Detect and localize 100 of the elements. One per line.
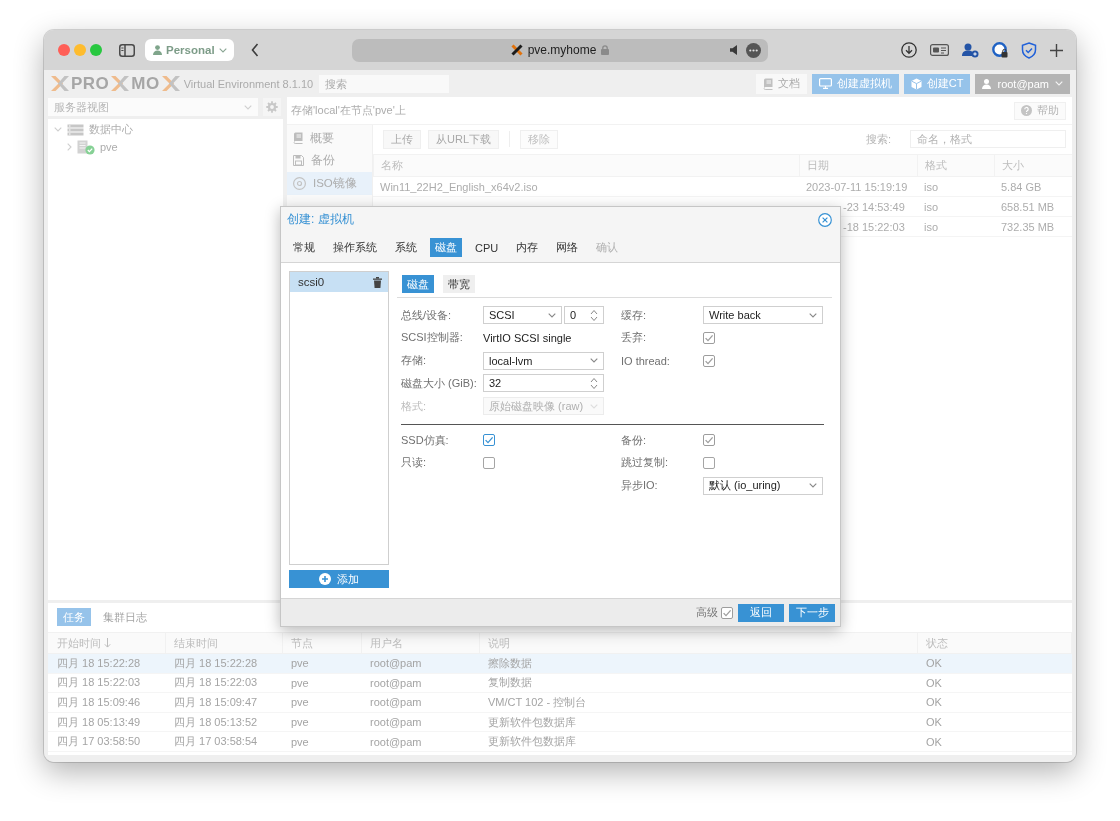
- close-icon[interactable]: [818, 212, 832, 227]
- number-field[interactable]: 0: [564, 306, 604, 324]
- toolbar-button[interactable]: 上传: [383, 129, 421, 149]
- column-header[interactable]: 名称: [373, 155, 799, 176]
- tab[interactable]: 磁盘: [402, 275, 434, 293]
- field-label: 高级: [696, 605, 718, 620]
- caret-icon: [244, 104, 252, 110]
- table-row[interactable]: 四月 18 15:22:03 四月 18 15:22:03 pve root@pam 复制数据 OK: [48, 673, 1072, 694]
- checkbox[interactable]: [721, 606, 733, 619]
- search-field[interactable]: 命名，格式: [910, 130, 1066, 148]
- table-row[interactable]: 四月 17 03:58:50 四月 17 03:58:54 pve root@pam 更新软件包数据库 OK: [48, 732, 1072, 752]
- table-cell-text: -18 15:22:03: [843, 219, 906, 235]
- field-label: 备份:: [621, 432, 648, 448]
- field-label: 磁盘大小 (GiB):: [401, 375, 478, 391]
- ring-lock-icon[interactable]: [992, 42, 1008, 58]
- table-cell-text: pve: [290, 675, 310, 691]
- spin-arrows-icon[interactable]: [590, 376, 598, 390]
- nav-item[interactable]: 概要: [287, 127, 372, 150]
- create-vm-button[interactable]: 创建虚拟机: [811, 73, 899, 94]
- field-label: 丢弃:: [621, 330, 648, 346]
- dropdown-field[interactable]: SCSI: [483, 306, 562, 324]
- field-value: VirtIO SCSI single: [483, 331, 573, 344]
- table-cell-text: iso: [923, 179, 940, 195]
- checkbox[interactable]: [483, 434, 495, 446]
- table-cell-text: 四月 18 15:09:47: [173, 695, 259, 710]
- column-header[interactable]: 日期: [799, 155, 917, 176]
- card-icon[interactable]: [930, 44, 949, 56]
- spin-arrows-icon[interactable]: [590, 308, 598, 322]
- table-row[interactable]: 四月 18 05:13:49 四月 18 05:13:52 pve root@pam 更新软件包数据库 OK: [48, 712, 1072, 733]
- next-button[interactable]: 下一步: [789, 603, 835, 622]
- table-cell-text: VM/CT 102 - 控制台: [487, 695, 588, 710]
- tab[interactable]: 系统: [390, 238, 422, 257]
- dropdown-field[interactable]: 默认 (io_uring): [703, 476, 823, 495]
- checkbox[interactable]: [703, 354, 715, 367]
- table-cell-text: 更新软件包数据库: [487, 734, 577, 750]
- cube-icon: [910, 77, 922, 90]
- tab[interactable]: 内存: [511, 238, 544, 257]
- tab[interactable]: 集群日志: [97, 608, 153, 626]
- table-row[interactable]: 四月 18 15:22:28 四月 18 15:22:28 pve root@pam 擦除数据 OK: [48, 654, 1072, 674]
- tab[interactable]: 网络: [551, 238, 584, 257]
- address-bar[interactable]: pve.myhome: [352, 38, 768, 62]
- column-header[interactable]: 格式: [917, 155, 994, 176]
- nav-item[interactable]: ISO镜像: [287, 172, 372, 195]
- dropdown-field[interactable]: Write back: [703, 306, 823, 324]
- table-cell-text: pve: [290, 734, 310, 750]
- person-plus-icon[interactable]: [962, 42, 979, 58]
- server-check-icon: [77, 139, 95, 155]
- caret-icon: [218, 47, 227, 53]
- table-cell-text: 四月 17 03:58:54: [173, 734, 259, 750]
- sidebar-icon[interactable]: [119, 43, 135, 57]
- trash-icon[interactable]: [373, 276, 382, 288]
- checkbox[interactable]: [703, 331, 715, 344]
- tree-item[interactable]: pve: [100, 141, 118, 154]
- logo-x-icon: [110, 75, 131, 92]
- tree-item[interactable]: 数据中心: [89, 122, 133, 138]
- profile-button[interactable]: Personal: [145, 39, 234, 61]
- shield-check-icon[interactable]: [1021, 41, 1037, 59]
- checkbox[interactable]: [483, 456, 495, 469]
- checkbox[interactable]: [703, 434, 715, 446]
- tab[interactable]: 操作系统: [328, 238, 382, 257]
- floppy-icon: [293, 155, 304, 167]
- tab[interactable]: CPU: [470, 238, 504, 257]
- url-text: pve.myhome: [527, 43, 597, 57]
- more-icon[interactable]: [746, 42, 761, 58]
- back-button[interactable]: 返回: [738, 603, 784, 622]
- speaker-icon[interactable]: [730, 45, 738, 55]
- close-window-icon[interactable]: [58, 44, 70, 56]
- table-row[interactable]: 四月 18 15:09:46 四月 18 15:09:47 pve root@pam VM/CT 102 - 控制台 OK: [48, 693, 1072, 713]
- plus-icon[interactable]: [1050, 43, 1063, 57]
- tab[interactable]: 任务: [57, 608, 91, 626]
- table-cell-text: root@pam: [369, 715, 423, 731]
- help-icon: [1021, 105, 1032, 116]
- monitor-icon: [818, 78, 832, 89]
- number-field[interactable]: 32: [483, 374, 604, 393]
- create-ct-button[interactable]: 创建CT: [903, 73, 971, 94]
- table-cell-text: 四月 18 15:22:03: [173, 675, 259, 691]
- field-label: 只读:: [401, 455, 428, 471]
- nav-item[interactable]: 备份: [287, 149, 372, 172]
- docs-button[interactable]: 文档: [755, 73, 807, 94]
- caret-icon: [590, 358, 598, 363]
- field-label: SSD仿真:: [401, 432, 450, 448]
- help-button[interactable]: 帮助: [1014, 101, 1066, 120]
- tab[interactable]: 磁盘: [430, 238, 462, 257]
- back-icon[interactable]: [250, 43, 259, 57]
- tab[interactable]: 常规: [288, 238, 320, 257]
- dialog-title: 创建: 虚拟机: [287, 211, 354, 228]
- list-item[interactable]: scsi0: [290, 272, 388, 292]
- logo-text: PRO: [71, 73, 110, 94]
- column-header[interactable]: 状态: [918, 633, 1072, 653]
- view-selector[interactable]: 服务器视图: [48, 98, 258, 116]
- download-icon[interactable]: [901, 42, 917, 58]
- tab[interactable]: 带宽: [443, 275, 475, 293]
- user-menu-button[interactable]: root@pam: [975, 73, 1070, 94]
- table-cell-text: 5.84 GB: [1000, 179, 1043, 195]
- search-field[interactable]: 搜索: [319, 74, 450, 93]
- dropdown-field[interactable]: local-lvm: [483, 351, 604, 370]
- checkbox[interactable]: [703, 456, 715, 469]
- add-button[interactable]: 添加: [289, 570, 389, 588]
- toolbar-button[interactable]: 从URL下载: [428, 129, 499, 149]
- server-rack-icon: [67, 123, 84, 136]
